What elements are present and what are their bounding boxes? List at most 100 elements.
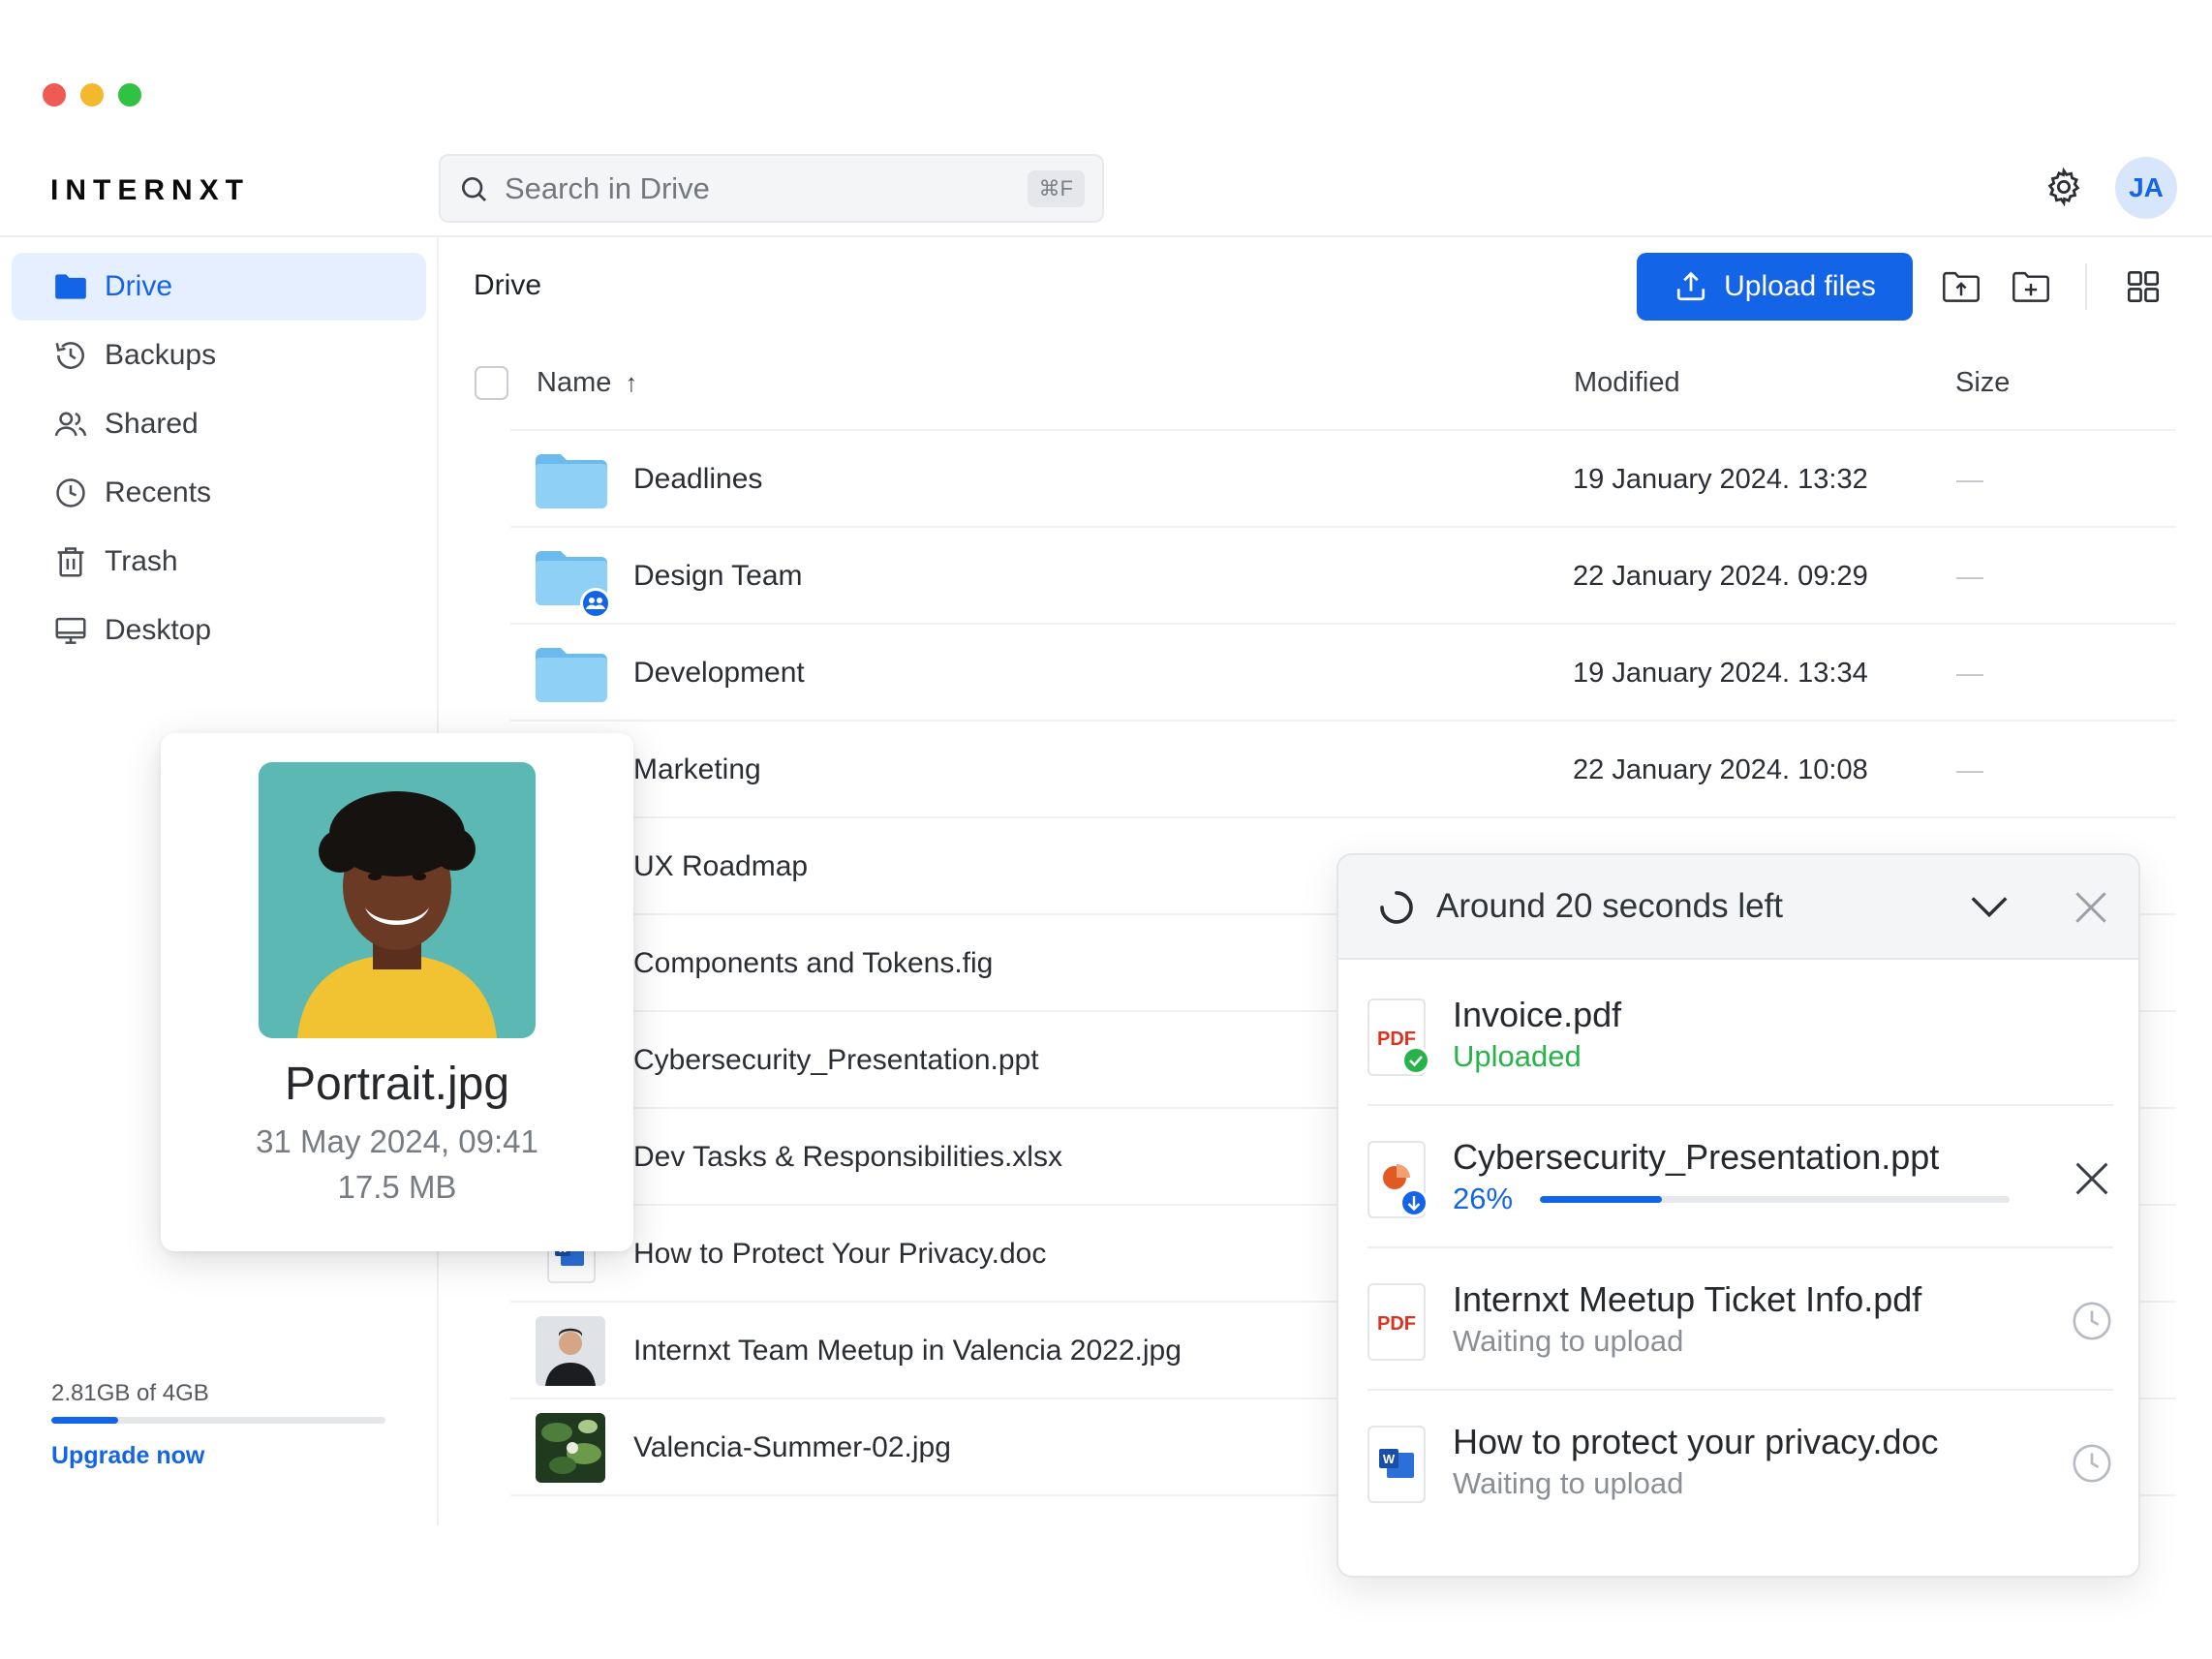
file-size: —	[1956, 754, 1983, 784]
sidebar-item-label: Drive	[105, 270, 173, 302]
preview-date: 31 May 2024, 09:41	[256, 1123, 538, 1159]
upload-item: W How to protect your privacy.doc Waitin…	[1367, 1391, 2113, 1533]
history-icon	[55, 342, 84, 369]
svg-text:PDF: PDF	[1377, 1029, 1416, 1050]
upload-item: Cybersecurity_Presentation.ppt 26%	[1367, 1106, 2113, 1248]
sidebar-item-label: Backups	[105, 339, 217, 371]
table-row[interactable]: Deadlines 19 January 2024. 13:32 —	[510, 431, 2176, 528]
sidebar-item-label: Desktop	[105, 614, 212, 646]
clock-icon	[2073, 1444, 2111, 1483]
upload-folder-button[interactable]	[1942, 269, 1981, 304]
upload-panel-title: Around 20 seconds left	[1436, 887, 1784, 925]
column-header-name[interactable]: Name ↑	[537, 353, 637, 412]
upload-item-status: Uploaded	[1453, 1039, 1582, 1073]
sidebar-item-recents[interactable]: Recents	[12, 459, 426, 527]
preview-title: Portrait.jpg	[284, 1059, 510, 1110]
top-header: INTERNXT Search in Drive ⌘F JA	[0, 145, 2212, 237]
upload-item-status: Waiting to upload	[1453, 1466, 1684, 1500]
window-controls	[43, 83, 141, 107]
search-shortcut-badge: ⌘F	[1027, 169, 1085, 207]
upload-icon	[1677, 271, 1705, 301]
file-modified: 22 January 2024. 09:29	[1573, 560, 1868, 592]
upload-progress-bar	[1540, 1196, 2010, 1203]
column-name-label: Name	[537, 366, 612, 398]
preview-size: 17.5 MB	[337, 1169, 457, 1205]
table-row[interactable]: Design Team 22 January 2024. 09:29 —	[510, 528, 2176, 625]
file-modified: 19 January 2024. 13:32	[1573, 463, 1868, 495]
ppt-file-icon	[1367, 1141, 1429, 1218]
upload-item-name: How to protect your privacy.doc	[1453, 1422, 1939, 1461]
image-thumbnail	[536, 1413, 605, 1483]
sidebar-item-label: Recents	[105, 476, 212, 508]
clock-icon	[56, 478, 85, 507]
chevron-down-icon[interactable]	[1967, 888, 2012, 927]
select-all-checkbox[interactable]	[475, 366, 508, 400]
upload-progress-fill	[1540, 1196, 1663, 1203]
close-window-button[interactable]	[43, 83, 66, 107]
upload-files-label: Upload files	[1724, 270, 1876, 302]
sidebar-item-desktop[interactable]: Desktop	[12, 597, 426, 664]
upload-files-button[interactable]: Upload files	[1637, 253, 1913, 321]
trash-icon	[57, 547, 84, 577]
table-row[interactable]: Development 19 January 2024. 13:34 —	[510, 625, 2176, 722]
upload-panel-header: Around 20 seconds left	[1338, 855, 2138, 960]
app-logo: INTERNXT	[50, 174, 250, 206]
pdf-file-icon: PDF	[1367, 998, 1429, 1076]
file-name: How to Protect Your Privacy.doc	[633, 1238, 1047, 1270]
folder-icon	[536, 648, 607, 702]
svg-text:PDF: PDF	[1377, 1313, 1416, 1335]
gear-icon[interactable]	[2043, 167, 2084, 207]
close-icon[interactable]	[2070, 886, 2112, 929]
sort-ascending-icon: ↑	[625, 367, 638, 397]
table-row[interactable]: Marketing 22 January 2024. 10:08 —	[510, 722, 2176, 818]
file-name: UX Roadmap	[633, 850, 809, 882]
shared-folder-icon	[536, 551, 611, 619]
portrait-image	[259, 762, 536, 1038]
upload-item-name: Invoice.pdf	[1453, 995, 1622, 1034]
sidebar-item-drive[interactable]: Drive	[12, 253, 426, 321]
upload-item-name: Internxt Meetup Ticket Info.pdf	[1453, 1279, 1922, 1319]
sidebar-item-backups[interactable]: Backups	[12, 322, 426, 389]
file-name: Marketing	[633, 753, 761, 785]
clock-icon	[2073, 1302, 2111, 1340]
maximize-window-button[interactable]	[118, 83, 141, 107]
search-icon	[462, 176, 486, 201]
grid-icon	[2127, 270, 2160, 303]
file-name: Development	[633, 657, 805, 689]
column-header-modified[interactable]: Modified	[1574, 353, 1680, 412]
sidebar-item-trash[interactable]: Trash	[12, 528, 426, 596]
cancel-upload-icon[interactable]	[2070, 1156, 2114, 1201]
upgrade-link[interactable]: Upgrade now	[51, 1442, 204, 1470]
search-bar[interactable]: Search in Drive ⌘F	[439, 154, 1104, 223]
file-name: Design Team	[633, 560, 803, 592]
sidebar-item-label: Trash	[105, 545, 178, 577]
column-header-size[interactable]: Size	[1955, 353, 2010, 412]
file-name: Deadlines	[633, 463, 763, 495]
breadcrumb[interactable]: Drive	[474, 269, 541, 302]
search-input[interactable]: Search in Drive	[505, 171, 1028, 206]
folder-icon	[55, 274, 86, 299]
sidebar-item-shared[interactable]: Shared	[12, 390, 426, 458]
loading-spinner-icon	[1380, 891, 1413, 924]
monitor-icon	[55, 617, 86, 644]
minimize-window-button[interactable]	[80, 83, 104, 107]
file-size: —	[1956, 561, 1983, 591]
file-modified: 19 January 2024. 13:34	[1573, 657, 1868, 689]
file-name: Dev Tasks & Responsibilities.xlsx	[633, 1141, 1062, 1173]
svg-text:W: W	[1383, 1452, 1396, 1466]
upload-item: PDF Internxt Meetup Ticket Info.pdf Wait…	[1367, 1248, 2113, 1391]
sidebar-item-label: Shared	[105, 408, 199, 440]
storage-usage-label: 2.81GB of 4GB	[51, 1380, 209, 1406]
upload-item-name: Cybersecurity_Presentation.ppt	[1453, 1137, 1940, 1177]
word-doc-icon: W	[1367, 1426, 1426, 1503]
upload-item-percent: 26%	[1453, 1182, 1514, 1215]
file-modified: 22 January 2024. 10:08	[1573, 753, 1868, 785]
file-preview-card[interactable]: Portrait.jpg 31 May 2024, 09:41 17.5 MB	[161, 733, 633, 1251]
user-avatar[interactable]: JA	[2115, 157, 2177, 219]
image-thumbnail	[536, 1316, 605, 1386]
new-folder-button[interactable]	[2012, 269, 2050, 304]
upload-item: PDF Invoice.pdf Uploaded	[1367, 964, 2113, 1106]
folder-upload-icon	[1943, 271, 1980, 302]
upload-item-status: Waiting to upload	[1453, 1324, 1684, 1358]
grid-view-button[interactable]	[2124, 269, 2163, 304]
